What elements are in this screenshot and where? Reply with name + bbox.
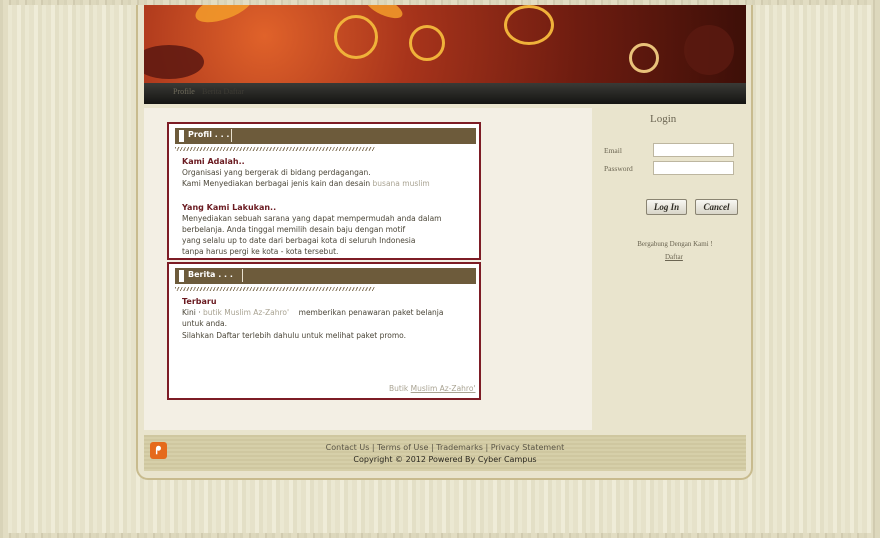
profil-text-line: Menyediakan sebuah sarana yang dapat mem… (182, 214, 442, 223)
nav-bar: Profile Berita Daftar (144, 83, 746, 104)
footer-copyright: Copyright © 2012 Powered By Cyber Campus (353, 455, 537, 464)
login-button[interactable]: Log In (646, 199, 687, 215)
join-text: Bergabung Dengan Kami ! (637, 240, 713, 248)
daftar-link[interactable]: Daftar (665, 253, 683, 261)
berita-text-line: Kini · butik Muslim Az-Zahro' memberikan… (182, 308, 444, 317)
password-label: Password (604, 164, 633, 173)
section-title-yang-kami-lakukan: Yang Kami Lakukan.. (182, 203, 277, 212)
profil-header-title: Profil . . . (188, 130, 230, 139)
profil-text-line: yang selalu up to date dari berbagai kot… (182, 236, 416, 245)
nav-link-profile[interactable]: Profile (173, 87, 195, 96)
footer-links[interactable]: Contact Us | Terms of Use | Trademarks |… (144, 443, 746, 452)
berita-panel: Berita . . . Terbaru Kini · butik Muslim… (167, 262, 481, 400)
profil-text-line: berbelanja. Anda tinggal memilih desain … (182, 225, 406, 234)
email-label: Email (604, 146, 622, 155)
profil-header: Profil . . . (175, 128, 476, 144)
profil-text-line: Kami Menyediakan berbagai jenis kain dan… (182, 179, 430, 188)
profil-text-line: tanpa harus pergi ke kota - kota tersebu… (182, 247, 339, 256)
berita-header-title: Berita . . . (188, 270, 233, 279)
header-banner (144, 5, 746, 83)
section-title-terbaru: Terbaru (182, 297, 217, 306)
profil-panel: Profil . . . Kami Adalah.. Organisasi ya… (167, 122, 481, 260)
butik-link[interactable]: butik Muslim Az-Zahro' (203, 308, 289, 317)
brand-signature-link[interactable]: Muslim Az-Zahro' (411, 384, 476, 393)
berita-header: Berita . . . (175, 268, 476, 284)
section-title-kami-adalah: Kami Adalah.. (182, 157, 245, 166)
nav-faint-links[interactable]: Berita Daftar (202, 87, 244, 96)
profil-text-line: Organisasi yang bergerak di bidang perda… (182, 168, 371, 177)
berita-text-line: Silahkan Daftar terlebih dahulu untuk me… (182, 331, 406, 340)
brand-signature: Butik Muslim Az-Zahro' (389, 384, 476, 393)
cancel-button[interactable]: Cancel (695, 199, 738, 215)
hatch-divider (175, 287, 375, 291)
email-field[interactable] (653, 143, 734, 157)
login-title: Login (650, 113, 677, 125)
hatch-divider (175, 147, 375, 151)
password-field[interactable] (653, 161, 734, 175)
footer (144, 435, 746, 471)
berita-text-line: untuk anda. (182, 319, 228, 328)
